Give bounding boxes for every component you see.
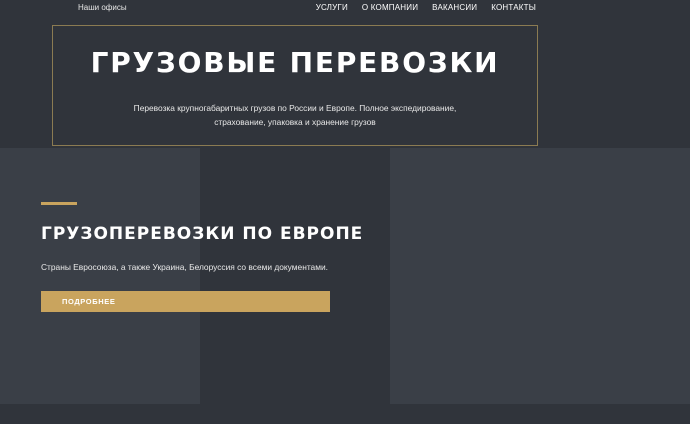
offices-link[interactable]: Наши офисы (78, 3, 127, 12)
section-title: ГРУЗОПЕРЕВОЗКИ ПО ЕВРОПЕ (41, 224, 364, 244)
hero-subtitle: Перевозка крупногабаритных грузов по Рос… (125, 101, 465, 129)
hero-subtitle-line2: страхование, упаковка и хранение грузов (214, 117, 376, 127)
top-bar: Наши офисы УСЛУГИ О КОМПАНИИ ВАКАНСИИ КО… (0, 0, 690, 18)
bottom-strip (0, 404, 690, 424)
panel-right (390, 148, 690, 404)
hero-box: ГРУЗОВЫЕ ПЕРЕВОЗКИ Перевозка крупногабар… (52, 25, 538, 146)
panel-middle (200, 148, 390, 404)
more-button[interactable]: ПОДРОБНЕЕ (41, 291, 330, 312)
nav-item-contacts[interactable]: КОНТАКТЫ (491, 3, 536, 12)
accent-line (41, 202, 77, 205)
hero-title: ГРУЗОВЫЕ ПЕРЕВОЗКИ (90, 46, 500, 79)
panel-left (0, 148, 200, 404)
services-section (0, 148, 690, 404)
nav-item-vacancies[interactable]: ВАКАНСИИ (432, 3, 477, 12)
section-text: Страны Евросоюза, а также Украина, Белор… (41, 262, 328, 272)
nav-item-services[interactable]: УСЛУГИ (316, 3, 348, 12)
hero-subtitle-line1: Перевозка крупногабаритных грузов по Рос… (133, 103, 457, 113)
nav-item-about[interactable]: О КОМПАНИИ (362, 3, 418, 12)
main-nav: УСЛУГИ О КОМПАНИИ ВАКАНСИИ КОНТАКТЫ (316, 3, 536, 12)
